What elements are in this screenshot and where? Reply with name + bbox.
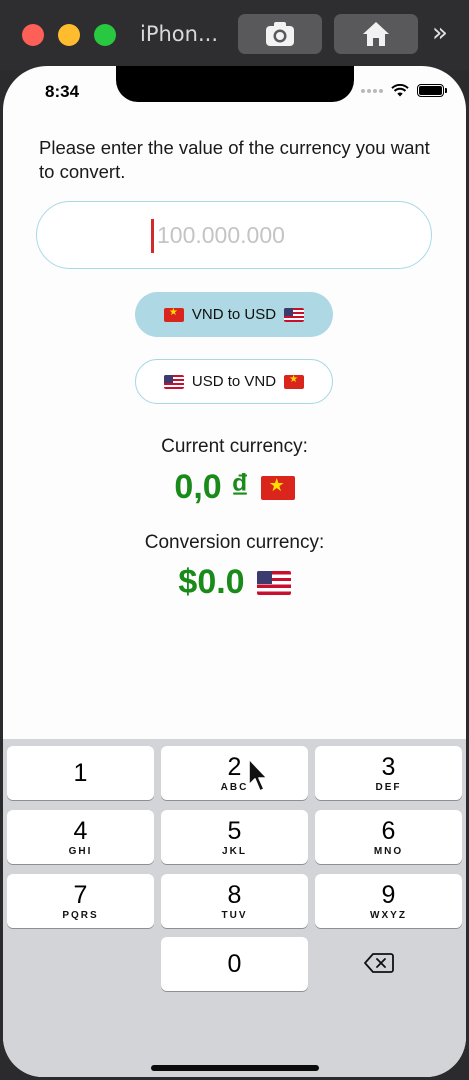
phone-screen: 8:34 Please enter the value of the curre… bbox=[3, 66, 466, 1077]
mouse-pointer-icon bbox=[248, 758, 268, 792]
key-letters: JKL bbox=[222, 845, 247, 857]
conversion-currency-label: Conversion currency: bbox=[144, 532, 325, 553]
conversion-currency-row: $0.0 bbox=[3, 563, 466, 602]
vnd-to-usd-label: VND to USD bbox=[191, 306, 277, 323]
vietnam-flag-icon bbox=[163, 307, 184, 322]
number-pad-keyboard: 1 2 ABC 3 DEF 4 GHI 5 JKL 6 MNO 7 PQRS 8… bbox=[3, 739, 466, 1077]
key-1[interactable]: 1 bbox=[7, 746, 154, 800]
key-digit: 3 bbox=[381, 752, 396, 781]
key-digit: 1 bbox=[73, 759, 88, 787]
more-toolbar-button[interactable]: » bbox=[432, 18, 448, 48]
close-window-button[interactable] bbox=[22, 24, 44, 46]
key-3[interactable]: 3 DEF bbox=[315, 746, 462, 800]
usd-to-vnd-button[interactable]: USD to VND bbox=[135, 359, 333, 404]
screenshot-button[interactable] bbox=[238, 14, 322, 54]
key-letters: WXYZ bbox=[370, 909, 407, 921]
key-7[interactable]: 7 PQRS bbox=[7, 874, 154, 928]
key-digit: 4 bbox=[73, 816, 88, 845]
instruction-text: Please enter the value of the currency y… bbox=[39, 137, 430, 182]
vietnam-flag-icon bbox=[284, 374, 305, 389]
key-digit: 7 bbox=[73, 880, 88, 909]
amount-placeholder: 100.000.000 bbox=[157, 222, 285, 248]
key-2[interactable]: 2 ABC bbox=[161, 746, 308, 800]
key-letters: DEF bbox=[375, 781, 402, 793]
battery-icon bbox=[417, 84, 447, 97]
home-button[interactable] bbox=[334, 14, 418, 54]
key-6[interactable]: 6 MNO bbox=[315, 810, 462, 864]
camera-icon bbox=[266, 22, 294, 46]
backspace-icon bbox=[364, 953, 394, 973]
cellular-signal-icon bbox=[361, 88, 383, 93]
key-letters: GHI bbox=[68, 845, 93, 857]
home-indicator[interactable] bbox=[151, 1065, 319, 1071]
key-letters: MNO bbox=[373, 845, 404, 857]
key-0[interactable]: 0 bbox=[161, 937, 308, 991]
minimize-window-button[interactable] bbox=[58, 24, 80, 46]
current-currency-row: 0,0 ₫ bbox=[3, 468, 466, 507]
status-time: 8:34 bbox=[45, 82, 80, 101]
key-digit: 6 bbox=[381, 816, 396, 845]
home-icon bbox=[363, 22, 389, 46]
notch bbox=[116, 66, 354, 102]
key-letters: ABC bbox=[220, 781, 249, 793]
key-letters: TUV bbox=[221, 909, 248, 921]
current-currency-label: Current currency: bbox=[161, 436, 308, 457]
us-flag-icon bbox=[163, 374, 184, 389]
us-flag-icon bbox=[284, 307, 305, 322]
key-8[interactable]: 8 TUV bbox=[161, 874, 308, 928]
key-letters: PQRS bbox=[62, 909, 99, 921]
key-digit: 2 bbox=[227, 752, 242, 781]
us-flag-icon bbox=[256, 570, 291, 595]
window-title: iPhon... bbox=[140, 22, 218, 46]
status-icons bbox=[361, 84, 447, 97]
amount-input[interactable]: 100.000.000 bbox=[36, 201, 432, 269]
simulator-titlebar: iPhon... » bbox=[0, 0, 469, 70]
key-5[interactable]: 5 JKL bbox=[161, 810, 308, 864]
usd-to-vnd-label: USD to VND bbox=[191, 373, 277, 390]
key-9[interactable]: 9 WXYZ bbox=[315, 874, 462, 928]
conversion-currency-value: $0.0 bbox=[178, 563, 245, 601]
key-4[interactable]: 4 GHI bbox=[7, 810, 154, 864]
delete-key[interactable] bbox=[363, 951, 395, 975]
current-currency-value: 0,0 ₫ bbox=[174, 468, 249, 506]
key-digit: 5 bbox=[227, 816, 242, 845]
key-digit: 0 bbox=[227, 950, 242, 978]
key-digit: 8 bbox=[227, 880, 242, 909]
vnd-to-usd-button[interactable]: VND to USD bbox=[135, 292, 333, 337]
key-digit: 9 bbox=[381, 880, 396, 909]
vietnam-flag-icon bbox=[260, 475, 295, 500]
text-caret bbox=[151, 219, 154, 253]
zoom-window-button[interactable] bbox=[94, 24, 116, 46]
wifi-icon bbox=[391, 84, 409, 97]
